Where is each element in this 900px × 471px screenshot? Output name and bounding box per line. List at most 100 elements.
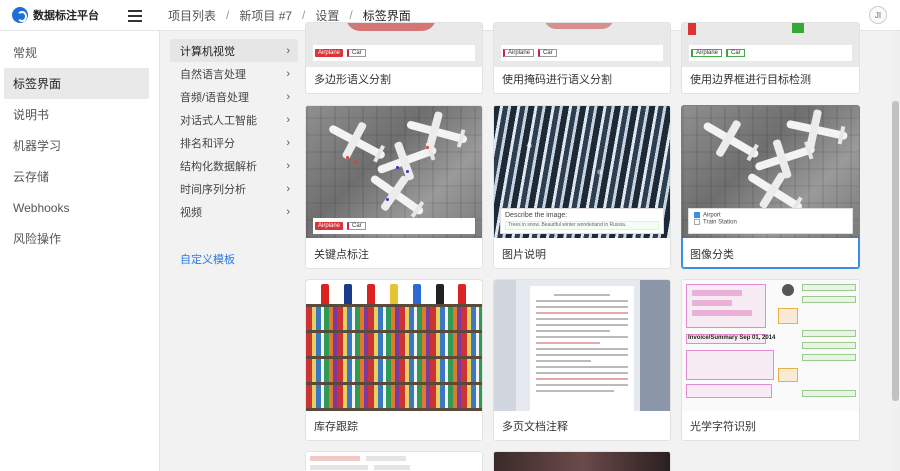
checkbox-checked-icon: [694, 212, 700, 218]
brand[interactable]: 数据标注平台: [0, 0, 160, 31]
page-scrollbar[interactable]: [891, 31, 900, 471]
template-card-selected[interactable]: Airport Train Station 图像分类: [681, 105, 860, 269]
template-card[interactable]: 多页文档注释: [493, 279, 671, 441]
breadcrumb-separator: /: [226, 8, 230, 22]
template-card[interactable]: Invoice/Summary Sep 01, 2014 光学字符识别: [681, 279, 860, 441]
template-categories: 计算机视觉 › 自然语言处理 › 音频/语音处理 › 对话式人工智能 › 排名和评分 › …: [170, 31, 298, 471]
category-label: 排名和评分: [180, 137, 235, 150]
template-thumbnail: [494, 280, 670, 411]
document-page: [530, 286, 634, 411]
tag-car: Car: [726, 49, 745, 57]
category-conversational-ai[interactable]: 对话式人工智能 ›: [170, 108, 298, 131]
card-title: 光学字符识别: [690, 421, 756, 433]
template-card[interactable]: Airplane Car 关键点标注: [305, 105, 483, 269]
card-title: 图像分类: [690, 249, 734, 261]
template-card[interactable]: Describe the image: Trees in snow. Beaut…: [493, 105, 671, 269]
template-thumbnail: Airplane Car: [494, 23, 670, 67]
breadcrumb-separator: /: [349, 8, 353, 22]
category-structured-data[interactable]: 结构化数据解析 ›: [170, 154, 298, 177]
chevron-right-icon: ›: [286, 182, 290, 195]
category-label: 对话式人工智能: [180, 114, 257, 127]
chevron-right-icon: ›: [286, 67, 290, 80]
label-tags: Airplane Car: [689, 45, 852, 61]
category-label: 时间序列分析: [180, 183, 246, 196]
chevron-right-icon: ›: [286, 44, 290, 57]
card-title: 多页文档注释: [502, 421, 568, 433]
template-thumbnail: Invoice/Summary Sep 01, 2014: [682, 280, 859, 411]
template-card[interactable]: 库存跟踪: [305, 279, 483, 441]
chevron-right-icon: ›: [286, 90, 290, 103]
card-title: 图片说明: [502, 249, 546, 261]
template-thumbnail: [306, 452, 482, 471]
card-title: 关键点标注: [314, 249, 369, 261]
brand-logo-icon: [12, 7, 28, 23]
template-thumbnail: [306, 280, 482, 411]
tag-airplane: Airplane: [315, 49, 344, 57]
breadcrumb-projects[interactable]: 项目列表: [168, 7, 216, 24]
sidebar-item-webhooks[interactable]: Webhooks: [4, 192, 149, 223]
template-card[interactable]: [305, 451, 483, 471]
hamburger-menu-icon[interactable]: [128, 8, 142, 22]
chevron-right-icon: ›: [286, 136, 290, 149]
brand-name: 数据标注平台: [33, 10, 99, 22]
template-thumbnail: Describe the image: Trees in snow. Beaut…: [494, 106, 670, 238]
caption-input: Trees in snow. Beautiful winter wonderla…: [505, 221, 659, 230]
category-label: 结构化数据解析: [180, 160, 257, 173]
sidebar-item-danger-zone[interactable]: 风险操作: [4, 223, 149, 254]
breadcrumb-current: 标签界面: [362, 8, 411, 23]
label-tags: Airplane Car: [313, 45, 475, 61]
card-title: 多边形语义分割: [314, 74, 391, 86]
label-tags: Airplane Car: [501, 45, 663, 61]
template-thumbnail: Airplane Car: [682, 23, 859, 67]
category-label: 音频/语音处理: [180, 91, 250, 104]
breadcrumb: 项目列表 / 新项目 #7 / 设置 / 标签界面: [168, 7, 411, 24]
choice-airport: Airport: [703, 212, 721, 219]
chevron-right-icon: ›: [286, 205, 290, 218]
category-audio[interactable]: 音频/语音处理 ›: [170, 85, 298, 108]
product-strip: [306, 280, 482, 304]
custom-template-link[interactable]: 自定义模板: [180, 251, 235, 267]
template-thumbnail: Airport Train Station: [682, 106, 859, 238]
sidebar-item-general[interactable]: 常规: [4, 37, 149, 68]
template-thumbnail: [494, 452, 670, 471]
sidebar-item-labeling-interface[interactable]: 标签界面: [4, 68, 149, 99]
card-title: 库存跟踪: [314, 421, 358, 433]
category-nlp[interactable]: 自然语言处理 ›: [170, 62, 298, 85]
category-label: 视频: [180, 206, 202, 219]
category-label: 自然语言处理: [180, 68, 246, 81]
checkbox-empty-icon: [694, 218, 700, 225]
template-card[interactable]: Airplane Car 多边形语义分割: [305, 22, 483, 94]
template-card[interactable]: Airplane Car 使用掩码进行语义分割: [493, 22, 671, 94]
label-tags: Airplane Car: [313, 218, 475, 234]
tag-car: Car: [347, 222, 366, 230]
category-video[interactable]: 视频 ›: [170, 200, 298, 223]
tag-airplane: Airplane: [315, 222, 344, 230]
breadcrumb-settings[interactable]: 设置: [315, 7, 339, 24]
card-title: 使用边界框进行目标检测: [690, 74, 811, 86]
category-time-series[interactable]: 时间序列分析 ›: [170, 177, 298, 200]
scrollbar-thumb[interactable]: [892, 101, 899, 401]
breadcrumb-separator: /: [302, 8, 306, 22]
card-title: 使用掩码进行语义分割: [502, 74, 612, 86]
category-computer-vision[interactable]: 计算机视觉 ›: [170, 39, 298, 62]
chevron-right-icon: ›: [286, 159, 290, 172]
template-thumbnail: Airplane Car: [306, 106, 482, 238]
choice-train-station: Train Station: [703, 219, 737, 226]
sidebar-item-machine-learning[interactable]: 机器学习: [4, 130, 149, 161]
sidebar-item-cloud-storage[interactable]: 云存储: [4, 161, 149, 192]
tag-airplane: Airplane: [503, 49, 535, 57]
settings-sidebar: 常规 标签界面 说明书 机器学习 云存储 Webhooks 风险操作: [0, 31, 160, 471]
template-card[interactable]: [493, 451, 671, 471]
template-thumbnail: Airplane Car: [306, 23, 482, 67]
tag-airplane: Airplane: [691, 49, 723, 57]
category-label: 计算机视觉: [180, 45, 235, 58]
sidebar-item-instructions[interactable]: 说明书: [4, 99, 149, 130]
user-avatar[interactable]: JI: [869, 6, 887, 24]
tag-car: Car: [347, 49, 366, 57]
template-card[interactable]: Airplane Car 使用边界框进行目标检测: [681, 22, 860, 94]
breadcrumb-project[interactable]: 新项目 #7: [239, 7, 292, 24]
tag-car: Car: [538, 49, 557, 57]
chevron-right-icon: ›: [286, 113, 290, 126]
classification-form: Airport Train Station: [688, 208, 853, 234]
category-ranking[interactable]: 排名和评分 ›: [170, 131, 298, 154]
